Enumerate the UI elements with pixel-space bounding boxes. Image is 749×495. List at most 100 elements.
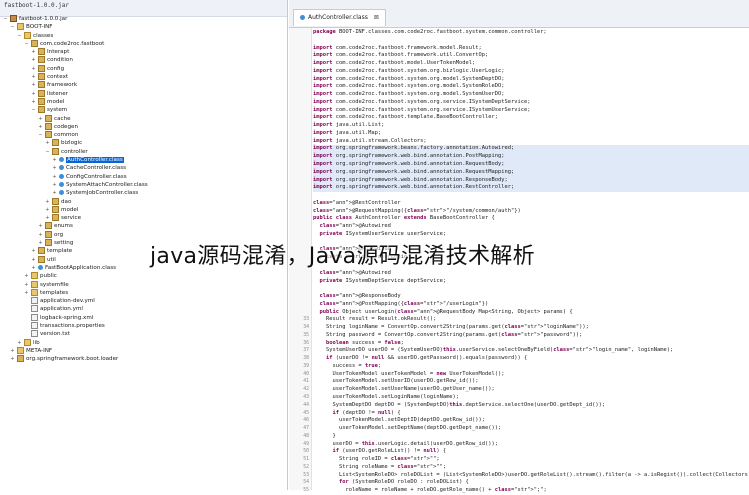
expand-toggle-icon[interactable]: + <box>30 247 37 255</box>
expand-toggle-icon[interactable]: + <box>44 139 51 147</box>
expand-toggle-icon[interactable]: + <box>23 281 30 289</box>
tree-item[interactable]: + lib <box>0 338 287 347</box>
code-text: class="ann">@PostMapping({class="str">"/… <box>319 300 489 307</box>
tree-item[interactable]: + ConfigController.class <box>0 173 287 181</box>
package-icon <box>38 97 45 105</box>
expand-toggle-icon[interactable]: + <box>23 272 30 280</box>
tree-item[interactable]: transactions.properties <box>0 321 287 330</box>
tree-item[interactable]: − system <box>0 106 287 114</box>
collapse-toggle-icon[interactable]: − <box>44 148 51 156</box>
expand-toggle-icon[interactable]: + <box>30 98 37 106</box>
expand-toggle-icon[interactable]: + <box>30 73 37 81</box>
expand-toggle-icon[interactable]: + <box>37 239 44 247</box>
collapse-toggle-icon[interactable]: − <box>16 32 23 40</box>
tree-item[interactable]: − common <box>0 131 287 139</box>
collapse-toggle-icon[interactable]: − <box>2 15 9 23</box>
folder-icon <box>24 31 31 39</box>
tree-item-label: org <box>54 231 64 238</box>
tree-item-label: controller <box>61 148 88 155</box>
expand-toggle-icon[interactable]: + <box>51 189 58 197</box>
tree-item[interactable]: − classes <box>0 31 287 40</box>
tree-item-label: classes <box>33 32 54 39</box>
collapse-toggle-icon[interactable]: − <box>37 131 44 139</box>
tree-item[interactable]: + Interapt <box>0 48 287 56</box>
code-text: class="ann">@RequestMapping({class="str"… <box>313 207 521 214</box>
package-icon <box>45 222 52 230</box>
expand-toggle-icon[interactable]: + <box>51 164 58 172</box>
expand-toggle-icon[interactable]: + <box>23 289 30 297</box>
tree-item[interactable]: + SystemAttachController.class <box>0 181 287 189</box>
expand-toggle-icon[interactable]: + <box>37 123 44 131</box>
tree-item[interactable]: + public <box>0 272 287 280</box>
code-text: import com.code2roc.fastboot.system.org.… <box>313 83 505 90</box>
tree-item-label: BOOT-INF <box>26 24 53 31</box>
tree-item[interactable]: + cache <box>0 114 287 123</box>
code-text: roleName = roleName + roleDO.getRole_nam… <box>313 487 547 494</box>
tree-item-label: templates <box>40 289 69 296</box>
tree-item[interactable]: + model <box>0 205 287 214</box>
tree-item[interactable]: + codegen <box>0 122 287 131</box>
expand-toggle-icon[interactable]: + <box>44 198 51 206</box>
collapse-toggle-icon[interactable]: − <box>23 40 30 48</box>
tree-item[interactable]: − com.code2roc.fastboot <box>0 39 287 48</box>
expand-toggle-icon[interactable]: + <box>37 222 44 230</box>
tree-item[interactable]: + context <box>0 73 287 81</box>
tree-item[interactable]: − controller <box>0 147 287 156</box>
tree-item[interactable]: + AuthController.class <box>0 156 287 164</box>
expand-toggle-icon[interactable]: + <box>44 214 51 222</box>
tree-item[interactable]: + org.springframework.boot.loader <box>0 355 287 363</box>
tree-item[interactable]: + dao <box>0 197 287 206</box>
tree-item[interactable]: + enums <box>0 222 287 230</box>
tree-item-label: system <box>47 107 68 114</box>
expand-toggle-icon[interactable]: + <box>51 181 58 189</box>
expand-toggle-icon[interactable]: + <box>51 173 58 181</box>
expand-toggle-icon[interactable]: + <box>30 65 37 73</box>
tree-item[interactable]: application-dev.yml <box>0 297 287 305</box>
tree-item[interactable]: version.txt <box>0 330 287 338</box>
code-text: import com.code2roc.fastboot.model.UserT… <box>313 60 476 67</box>
tree-item[interactable]: application.yml <box>0 305 287 313</box>
close-tab-icon[interactable]: ⊠ <box>374 14 379 21</box>
expand-toggle-icon[interactable]: + <box>51 156 58 164</box>
tree-item[interactable]: + CacheController.class <box>0 164 287 172</box>
tree-item[interactable]: + listener <box>0 89 287 98</box>
editor-tab-authcontroller[interactable]: AuthController.class ⊠ <box>293 9 386 26</box>
expand-toggle-icon[interactable]: + <box>37 115 44 123</box>
tree-item[interactable]: + config <box>0 64 287 73</box>
expand-toggle-icon[interactable]: + <box>30 90 37 98</box>
tree-item[interactable]: + framework <box>0 81 287 89</box>
tree-item-label: Interapt <box>47 49 70 56</box>
tree-item[interactable]: + bizlogic <box>0 139 287 147</box>
tree-item-label: common <box>54 132 79 139</box>
expand-toggle-icon[interactable]: + <box>30 256 37 264</box>
collapse-toggle-icon[interactable]: − <box>30 106 37 114</box>
expand-toggle-icon[interactable]: + <box>30 48 37 56</box>
expand-toggle-icon[interactable]: + <box>37 231 44 239</box>
tree-item[interactable]: + SystemJobController.class <box>0 189 287 197</box>
code-line: import java.util.Map; <box>313 130 749 138</box>
collapse-toggle-icon[interactable]: − <box>9 23 16 31</box>
tree-item[interactable]: + service <box>0 214 287 222</box>
expand-toggle-icon[interactable]: + <box>9 355 16 363</box>
expand-toggle-icon[interactable]: + <box>16 339 23 347</box>
tree-item[interactable]: + systemfile <box>0 280 287 289</box>
tree-item[interactable]: + condition <box>0 56 287 64</box>
file-icon <box>31 330 38 338</box>
code-line: 42 userTokenModel.setUserName(userDO.get… <box>303 386 749 394</box>
expand-toggle-icon[interactable]: + <box>9 347 16 355</box>
tree-item-label: logback-spring.xml <box>40 314 94 321</box>
tree-item[interactable]: logback-spring.xml <box>0 313 287 322</box>
editor-tab-bar: AuthController.class ⊠ <box>289 0 749 28</box>
tree-item[interactable]: − BOOT-INF <box>0 23 287 31</box>
tree-item[interactable]: + templates <box>0 288 287 297</box>
tree-item[interactable]: + META-INF <box>0 346 287 355</box>
expand-toggle-icon[interactable]: + <box>30 56 37 64</box>
expand-toggle-icon[interactable]: + <box>44 206 51 214</box>
expand-toggle-icon[interactable]: + <box>30 81 37 89</box>
tree-item[interactable]: − fastboot-1.0.0.jar <box>0 15 287 23</box>
code-line: 37 SystemUserDO userDO = (SystemUserDO)t… <box>303 347 749 355</box>
code-line: import com.code2roc.fastboot.framework.m… <box>313 45 749 53</box>
expand-toggle-icon[interactable]: + <box>30 264 37 272</box>
code-line: 47 userTokenModel.setDeptName(deptDO.get… <box>303 425 749 433</box>
tree-item[interactable]: + model <box>0 97 287 106</box>
